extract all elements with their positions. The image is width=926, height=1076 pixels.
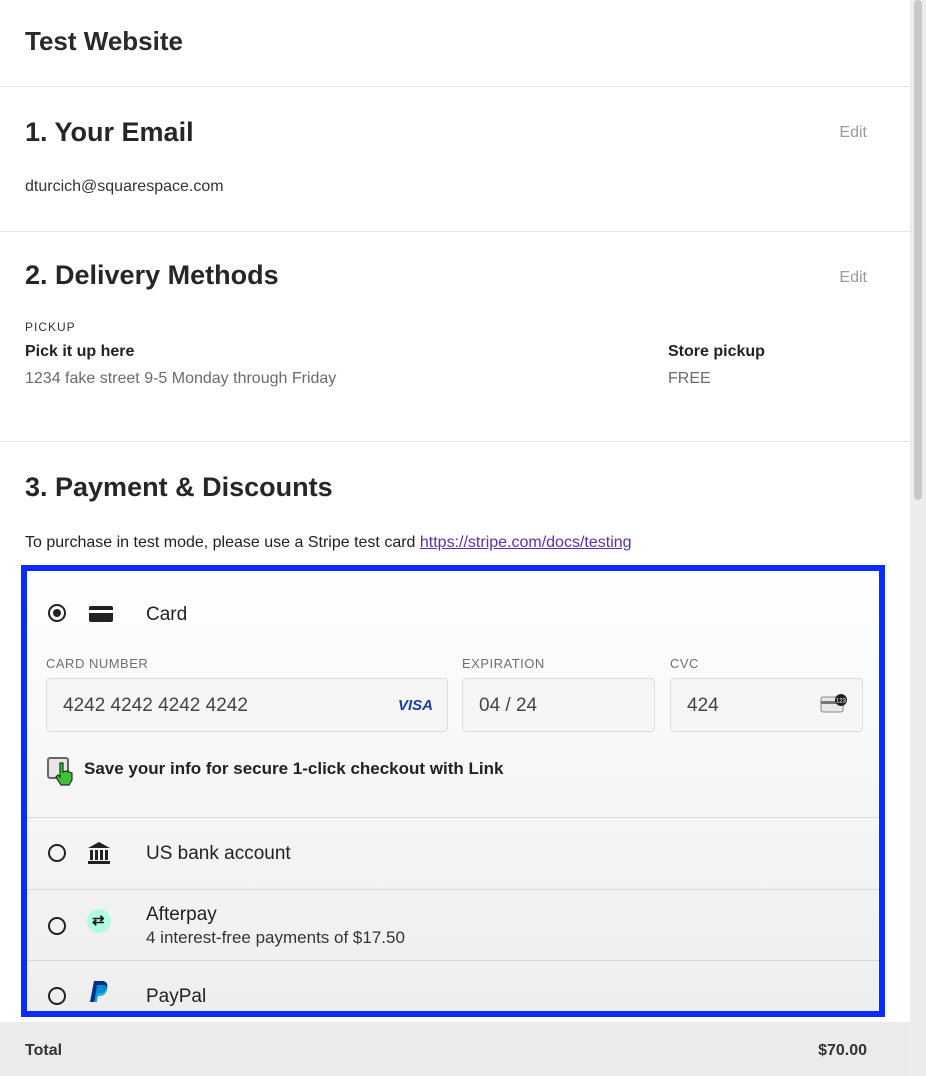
card-number-value: 4242 4242 4242 4242 xyxy=(63,695,248,716)
section-divider xyxy=(0,231,910,232)
visa-icon: VISA xyxy=(397,697,433,714)
cvc-field[interactable]: 424 123 xyxy=(670,678,863,732)
delivery-section-title: 2. Delivery Methods xyxy=(25,260,279,290)
edit-email-link[interactable]: Edit xyxy=(839,124,867,142)
credit-card-icon xyxy=(89,606,113,622)
checkout-page: Test Website 1. Your Email Edit dturcich… xyxy=(0,0,910,1076)
delivery-method-name: Store pickup xyxy=(668,343,765,360)
option-divider xyxy=(27,817,879,818)
payment-methods-panel: Card CARD NUMBER 4242 4242 4242 4242 VIS… xyxy=(27,571,879,1011)
page-scrollbar[interactable] xyxy=(910,0,926,1076)
total-value: $70.00 xyxy=(818,1042,867,1059)
section-divider xyxy=(0,441,910,442)
cvc-value: 424 xyxy=(687,695,719,716)
expiration-label: EXPIRATION xyxy=(462,656,545,671)
bank-account-radio[interactable] xyxy=(48,844,66,862)
svg-text:123: 123 xyxy=(836,699,847,705)
afterpay-label: Afterpay xyxy=(146,904,217,925)
pickup-location-name: Pick it up here xyxy=(25,343,135,360)
card-number-field[interactable]: 4242 4242 4242 4242 VISA xyxy=(46,678,448,732)
bank-account-label: US bank account xyxy=(146,843,291,864)
payment-section-title: 3. Payment & Discounts xyxy=(25,472,333,502)
delivery-method-price: FREE xyxy=(668,370,711,387)
site-title: Test Website xyxy=(25,26,183,56)
hand-cursor-icon xyxy=(55,762,73,786)
edit-delivery-link[interactable]: Edit xyxy=(839,269,867,287)
afterpay-sublabel: 4 interest-free payments of $17.50 xyxy=(146,928,405,947)
cvc-label: CVC xyxy=(670,656,699,671)
stripe-testing-link[interactable]: https://stripe.com/docs/testing xyxy=(420,534,632,551)
option-divider xyxy=(27,960,879,961)
card-number-label: CARD NUMBER xyxy=(46,656,149,671)
save-info-label: Save your info for secure 1-click checko… xyxy=(84,759,504,778)
card-radio[interactable] xyxy=(48,604,66,622)
scrollbar-thumb[interactable] xyxy=(914,0,922,500)
paypal-icon xyxy=(90,981,108,1002)
card-option-label: Card xyxy=(146,604,188,625)
afterpay-icon: ⇄ xyxy=(87,909,111,933)
order-total-bar xyxy=(0,1022,910,1076)
expiration-value: 04 / 24 xyxy=(479,695,538,716)
bank-icon xyxy=(88,842,110,864)
email-value: dturcich@squarespace.com xyxy=(25,178,224,195)
email-section-title: 1. Your Email xyxy=(25,117,194,147)
test-mode-note: To purchase in test mode, please use a S… xyxy=(25,534,632,552)
paypal-label: PayPal xyxy=(146,986,207,1007)
pickup-location-address: 1234 fake street 9-5 Monday through Frid… xyxy=(25,370,337,387)
total-label: Total xyxy=(25,1042,63,1059)
expiration-field[interactable]: 04 / 24 xyxy=(462,678,655,732)
paypal-radio[interactable] xyxy=(48,987,66,1005)
afterpay-radio[interactable] xyxy=(48,917,66,935)
payment-methods-box: Card CARD NUMBER 4242 4242 4242 4242 VIS… xyxy=(21,565,885,1017)
pickup-tag: PICKUP xyxy=(25,320,76,334)
test-mode-note-text: To purchase in test mode, please use a S… xyxy=(25,534,420,551)
section-divider xyxy=(0,86,910,87)
cvc-card-icon: 123 xyxy=(820,694,847,713)
option-divider xyxy=(27,889,879,890)
